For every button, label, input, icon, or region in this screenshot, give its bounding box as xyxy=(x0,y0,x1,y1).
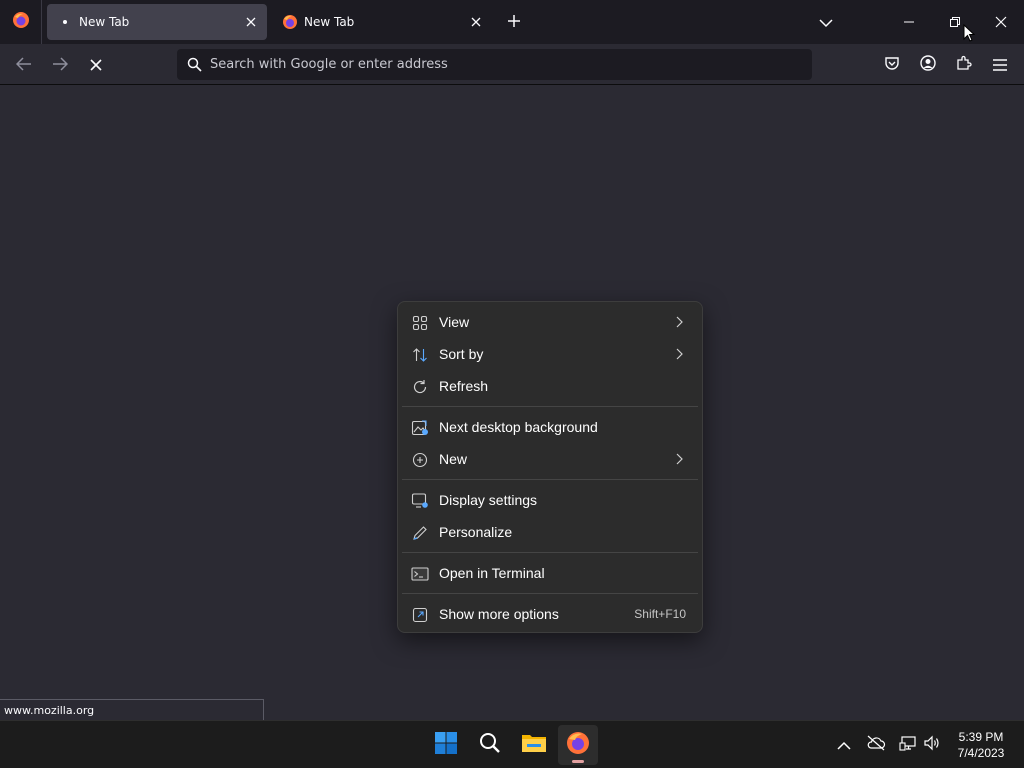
file-explorer-button[interactable] xyxy=(514,725,554,765)
chevron-right-icon xyxy=(676,316,683,328)
restore-icon xyxy=(949,13,961,32)
search-icon xyxy=(479,732,501,758)
tab-title: New Tab xyxy=(79,15,130,29)
account-button[interactable] xyxy=(913,50,943,80)
tab-loading-icon xyxy=(57,14,73,30)
forward-button[interactable] xyxy=(45,50,75,80)
url-input[interactable] xyxy=(210,57,800,72)
refresh-icon xyxy=(411,378,429,396)
arrow-left-icon xyxy=(15,56,32,75)
network-icon xyxy=(899,735,917,755)
volume-button[interactable] xyxy=(920,733,944,757)
firefox-logo-icon xyxy=(566,731,590,759)
menu-item-label: View xyxy=(439,314,470,330)
mouse-cursor-icon xyxy=(963,23,976,46)
arrow-right-icon xyxy=(52,56,69,75)
menu-item-label: New xyxy=(439,451,468,467)
firefox-view-button[interactable] xyxy=(0,0,42,44)
chevron-up-icon xyxy=(837,736,851,755)
address-bar[interactable] xyxy=(177,49,812,80)
pocket-icon xyxy=(884,55,900,75)
speaker-icon xyxy=(923,735,941,755)
start-button[interactable] xyxy=(426,725,466,765)
menu-item-new[interactable]: New xyxy=(398,443,702,475)
firefox-taskbar-button[interactable] xyxy=(558,725,598,765)
display-settings-icon xyxy=(411,492,429,510)
tab-title: New Tab xyxy=(304,15,355,29)
clock-time: 5:39 PM xyxy=(958,730,1004,744)
firefox-logo-icon xyxy=(12,11,30,33)
plus-icon xyxy=(507,13,521,32)
taskbar: 5:39 PM 7/4/2023 xyxy=(0,720,1024,768)
minimize-button[interactable] xyxy=(886,0,932,44)
menu-item-refresh[interactable]: Refresh xyxy=(398,370,702,402)
menu-separator xyxy=(402,479,698,480)
menu-separator xyxy=(402,593,698,594)
puzzle-icon xyxy=(956,55,972,75)
menu-item-personalize[interactable]: Personalize xyxy=(398,516,702,548)
menu-item-display-settings[interactable]: Display settings xyxy=(398,484,702,516)
menu-item-next-desktop-background[interactable]: Next desktop background xyxy=(398,411,702,443)
next-background-icon xyxy=(411,419,429,437)
running-indicator xyxy=(572,760,584,763)
menu-item-label: Refresh xyxy=(439,378,489,394)
clock-date: 7/4/2023 xyxy=(957,746,1005,760)
app-menu-button[interactable] xyxy=(985,50,1015,80)
stop-icon xyxy=(90,56,102,75)
desktop-context-menu: View Sort by Refresh Next desktop backgr… xyxy=(397,301,703,633)
taskbar-search-button[interactable] xyxy=(470,725,510,765)
new-tab-button[interactable] xyxy=(502,10,526,34)
tab-close-icon[interactable] xyxy=(239,10,263,34)
onedrive-button[interactable] xyxy=(864,733,888,757)
stop-loading-button[interactable] xyxy=(81,50,111,80)
tab-close-icon[interactable] xyxy=(464,10,488,34)
search-icon xyxy=(185,56,203,74)
menu-item-label: Show more options xyxy=(439,606,559,622)
account-icon xyxy=(920,55,936,75)
terminal-icon xyxy=(411,565,429,583)
tab-1[interactable]: New Tab xyxy=(47,4,267,40)
sort-icon xyxy=(411,346,429,364)
menu-item-label: Sort by xyxy=(439,346,484,362)
minimize-icon xyxy=(903,13,915,32)
pen-icon xyxy=(411,524,429,542)
list-all-tabs-button[interactable] xyxy=(814,10,838,34)
menu-item-open-in-terminal[interactable]: Open in Terminal xyxy=(398,557,702,589)
menu-item-label: Display settings xyxy=(439,492,538,508)
chevron-right-icon xyxy=(676,348,683,360)
more-options-icon xyxy=(411,606,429,624)
cloud-offline-icon xyxy=(866,735,886,755)
status-panel: www.mozilla.org xyxy=(0,699,264,721)
menu-item-label: Open in Terminal xyxy=(439,565,545,581)
tab-2[interactable]: New Tab xyxy=(272,4,492,40)
menu-item-sort-by[interactable]: Sort by xyxy=(398,338,702,370)
extensions-button[interactable] xyxy=(949,50,979,80)
show-hidden-icons-button[interactable] xyxy=(832,733,856,757)
menu-item-label: Personalize xyxy=(439,524,513,540)
taskbar-clock[interactable]: 5:39 PM 7/4/2023 xyxy=(948,729,1014,761)
back-button[interactable] xyxy=(9,50,39,80)
folder-icon xyxy=(521,732,547,758)
windows-logo-icon xyxy=(434,731,458,759)
chevron-down-icon xyxy=(819,13,833,32)
close-window-button[interactable] xyxy=(978,0,1024,44)
menu-item-view[interactable]: View xyxy=(398,306,702,338)
hamburger-icon xyxy=(993,56,1007,75)
tab-bar: New Tab New Tab xyxy=(0,0,1024,44)
close-icon xyxy=(995,13,1007,32)
plus-circle-icon xyxy=(411,451,429,469)
menu-separator xyxy=(402,552,698,553)
menu-item-label: Next desktop background xyxy=(439,419,598,435)
chevron-right-icon xyxy=(676,453,683,465)
network-button[interactable] xyxy=(896,733,920,757)
pocket-button[interactable] xyxy=(877,50,907,80)
navigation-toolbar xyxy=(0,44,1024,85)
menu-item-shortcut: Shift+F10 xyxy=(634,607,686,621)
menu-item-show-more-options[interactable]: Show more options Shift+F10 xyxy=(398,598,702,630)
firefox-favicon-icon xyxy=(282,14,298,30)
menu-separator xyxy=(402,406,698,407)
grid-icon xyxy=(411,314,429,332)
